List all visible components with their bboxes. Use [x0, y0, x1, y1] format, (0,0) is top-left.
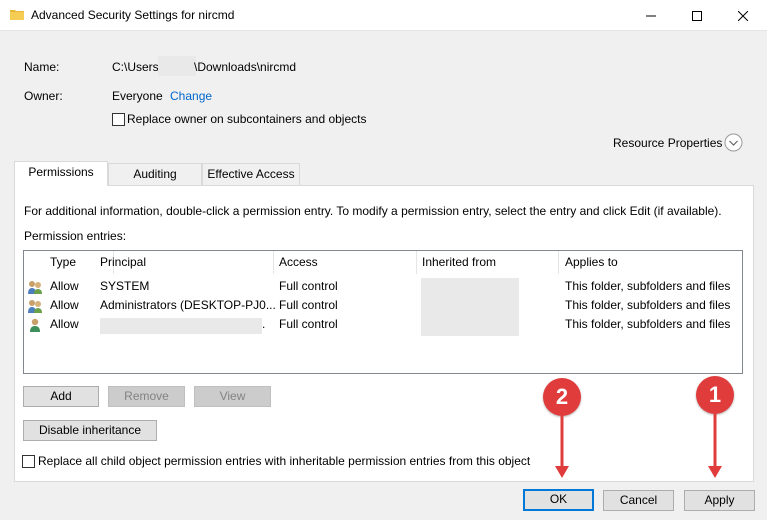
column-header-principal[interactable]: Principal	[94, 251, 274, 274]
row-type: Allow	[50, 317, 79, 331]
disable-inheritance-button[interactable]: Disable inheritance	[23, 420, 157, 441]
redacted-username	[158, 56, 196, 76]
maximize-button[interactable]	[674, 0, 720, 31]
ok-button[interactable]: OK	[523, 489, 594, 511]
table-row[interactable]: Allow Administrators (DESKTOP-PJ0... Ful…	[24, 297, 742, 316]
replace-owner-label: Replace owner on subcontainers and objec…	[127, 112, 367, 126]
permission-entries-label: Permission entries:	[24, 229, 127, 243]
row-applies-to: This folder, subfolders and files	[565, 279, 731, 293]
row-principal: SYSTEM	[100, 279, 150, 293]
annotation-arrow-down-icon	[708, 412, 722, 478]
column-header-applies-to[interactable]: Applies to	[559, 251, 742, 274]
row-access: Full control	[279, 298, 338, 312]
owner-value: Everyone	[112, 89, 163, 103]
redacted-inherited-from	[421, 278, 519, 336]
row-applies-to: This folder, subfolders and files	[565, 298, 731, 312]
annotation-badge-2: 2	[543, 378, 581, 416]
row-access: Full control	[279, 279, 338, 293]
name-path-suffix: \Downloads\nircmd	[194, 60, 297, 74]
change-owner-link[interactable]: Change	[170, 89, 212, 103]
group-icon	[28, 281, 42, 294]
table-row[interactable]: Allow . Full control This folder, subfol…	[24, 316, 742, 335]
row-principal: Administrators (DESKTOP-PJ0...	[100, 298, 276, 312]
minimize-button[interactable]	[628, 0, 674, 31]
tab-effective-access[interactable]: Effective Access	[202, 163, 300, 185]
tab-auditing[interactable]: Auditing	[108, 163, 202, 185]
window-title: Advanced Security Settings for nircmd	[31, 8, 235, 22]
replace-owner-checkbox[interactable]	[112, 113, 125, 126]
folder-icon	[10, 10, 24, 20]
add-button[interactable]: Add	[23, 386, 99, 407]
tab-permissions[interactable]: Permissions	[14, 161, 108, 186]
chevron-down-icon[interactable]	[724, 133, 743, 152]
view-button[interactable]: View	[194, 386, 271, 407]
permission-entries-list[interactable]: Type Principal Access Inherited from App…	[23, 250, 743, 374]
row-access: Full control	[279, 317, 338, 331]
title-bar: Advanced Security Settings for nircmd	[0, 0, 767, 31]
redacted-principal	[100, 318, 262, 334]
permissions-info-text: For additional information, double-click…	[24, 204, 722, 218]
close-icon	[738, 10, 748, 21]
name-label: Name:	[24, 60, 60, 74]
remove-button[interactable]: Remove	[108, 386, 185, 407]
row-type: Allow	[50, 298, 79, 312]
annotation-badge-1: 1	[696, 376, 734, 414]
replace-child-permissions-label: Replace all child object permission entr…	[38, 454, 531, 468]
row-principal: .	[262, 317, 266, 331]
row-applies-to: This folder, subfolders and files	[565, 317, 731, 331]
close-button[interactable]	[720, 0, 766, 31]
column-header-inherited-from[interactable]: Inherited from	[416, 251, 559, 274]
apply-button[interactable]: Apply	[684, 490, 755, 511]
name-path-prefix: C:\Users\	[112, 60, 163, 74]
user-icon	[30, 318, 40, 332]
replace-child-permissions-checkbox[interactable]	[22, 455, 35, 468]
owner-label: Owner:	[24, 89, 63, 103]
annotation-arrow-down-icon	[555, 414, 569, 478]
maximize-icon	[692, 10, 702, 21]
group-icon	[28, 300, 42, 313]
minimize-icon	[646, 15, 656, 16]
cancel-button[interactable]: Cancel	[603, 490, 674, 511]
table-row[interactable]: Allow SYSTEM Full control This folder, s…	[24, 278, 742, 297]
resource-properties-label[interactable]: Resource Properties	[613, 136, 722, 150]
column-header-access[interactable]: Access	[273, 251, 417, 274]
row-type: Allow	[50, 279, 79, 293]
